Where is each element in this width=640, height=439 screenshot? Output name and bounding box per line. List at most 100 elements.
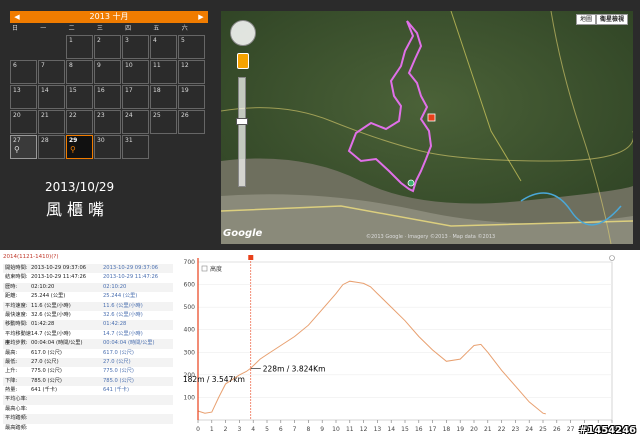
stat-value: [103, 414, 171, 423]
stat-value: 775.0 (公尺): [31, 368, 62, 375]
y-tick-label: 300: [184, 349, 196, 356]
stat-value: 641 (千卡): [31, 387, 57, 394]
x-tick-label: 10: [332, 426, 340, 433]
end-marker-icon: [407, 179, 415, 187]
stat-value: 14.7 (公里/小時): [31, 330, 71, 337]
calendar-day-22[interactable]: 22: [66, 110, 93, 134]
x-tick-label: 2: [224, 426, 228, 433]
calendar-day-number: 6: [13, 62, 17, 69]
calendar-day-28[interactable]: 28: [38, 135, 65, 159]
stat-label: 下降:: [5, 377, 18, 384]
stats-row: 上升: 775.0 (公尺) 775.0 (公尺): [3, 367, 173, 376]
prev-month-button[interactable]: ◀: [12, 11, 22, 23]
stat-value: 2013-10-29 09:37:06: [31, 265, 87, 271]
calendar-day-16[interactable]: 16: [94, 85, 121, 109]
x-tick-label: 14: [387, 426, 395, 433]
calendar-day-31[interactable]: 31: [122, 135, 149, 159]
calendar-day-number: 15: [69, 87, 77, 94]
google-logo: Google: [223, 228, 263, 239]
calendar-day-5[interactable]: 5: [178, 35, 205, 59]
next-month-button[interactable]: ▶: [196, 11, 206, 23]
x-tick-label: 15: [401, 426, 409, 433]
calendar-day-1[interactable]: 1: [66, 35, 93, 59]
stat-label: 平均踏頻:: [5, 415, 28, 422]
calendar-day-number: 10: [125, 62, 133, 69]
elevation-chart[interactable]: 100 200 300 400 500 600 700 0 1 2 3 4 5 6 7 8 9 10 11 12 13 1…: [180, 250, 640, 439]
calendar-day-26[interactable]: 26: [178, 110, 205, 134]
ride-calendar: ◀ 2013 十月 ▶ 日一二三四五六 1 2 3 4 5 6 7 8 9 10 11 12 13 14 1…: [10, 11, 208, 159]
stats-row: 開始時間: 2013-10-29 09:37:06 2013-10-29 09:37…: [3, 264, 173, 274]
calendar-day-8[interactable]: 8: [66, 60, 93, 84]
x-tick-label: 5: [265, 426, 269, 433]
calendar-day-3[interactable]: 3: [122, 35, 149, 59]
calendar-day-24[interactable]: 24: [122, 110, 149, 134]
calendar-day-number: 27: [13, 137, 21, 144]
pan-control-icon[interactable]: [230, 20, 256, 46]
calendar-day-25[interactable]: 25: [150, 110, 177, 134]
weekday-label: 六: [181, 25, 188, 32]
calendar-day-7[interactable]: 7: [38, 60, 65, 84]
stats-table: 開始時間: 2013-10-29 09:37:06 2013-10-29 09:37…: [3, 264, 173, 433]
bicycle-icon: ⚲: [14, 145, 20, 154]
stats-row: 平均移動速度: 14.7 (公里/小時) 14.7 (公里/小時): [3, 330, 173, 347]
satellite-view-button[interactable]: 衛星檢視: [596, 14, 629, 25]
stat-label: 最快速度:: [5, 311, 28, 318]
legend-swatch: [201, 265, 208, 272]
stat-value: 11.6 (公里/小時): [31, 302, 71, 309]
calendar-day-19[interactable]: 19: [178, 85, 205, 109]
stat-value: 775.0 (公尺): [103, 368, 134, 375]
stat-value: [103, 424, 171, 433]
x-tick-label: 25: [539, 426, 547, 433]
calendar-day-number: 1: [69, 37, 73, 44]
calendar-day-number: 11: [153, 62, 161, 69]
bicycle-icon: ⚲: [70, 145, 76, 154]
calendar-day-29[interactable]: 29 ⚲: [66, 135, 93, 159]
stat-value: 00:04:04 (時間/公里): [103, 340, 155, 347]
calendar-day-number: 7: [41, 62, 45, 69]
calendar-day-number: 19: [181, 87, 189, 94]
zoom-slider[interactable]: [236, 77, 248, 187]
weekday-label: 二: [68, 25, 75, 32]
stats-row: 平均踏頻:: [3, 414, 173, 424]
stat-value: 02:10:20: [103, 283, 127, 290]
calendar-day-21[interactable]: 21: [38, 110, 65, 134]
calendar-day-17[interactable]: 17: [122, 85, 149, 109]
map-view-button[interactable]: 地圖: [576, 14, 597, 25]
x-tick-label: 21: [484, 426, 492, 433]
calendar-day-13[interactable]: 13: [10, 85, 37, 109]
x-tick-label: 9: [320, 426, 324, 433]
zoom-slider-handle[interactable]: [236, 118, 248, 125]
calendar-day-6[interactable]: 6: [10, 60, 37, 84]
calendar-day-11[interactable]: 11: [150, 60, 177, 84]
calendar-day-23[interactable]: 23: [94, 110, 121, 134]
calendar-day-2[interactable]: 2: [94, 35, 121, 59]
calendar-day-15[interactable]: 15: [66, 85, 93, 109]
calendar-day-18[interactable]: 18: [150, 85, 177, 109]
calendar-day-14[interactable]: 14: [38, 85, 65, 109]
calendar-day-12[interactable]: 12: [178, 60, 205, 84]
stat-label: 熱量:: [5, 387, 18, 394]
calendar-day-30[interactable]: 30: [94, 135, 121, 159]
stat-label: 平均移動速度:: [5, 330, 31, 347]
calendar-day-number: 9: [97, 62, 101, 69]
legend-label: 高度: [210, 265, 222, 273]
stat-value: 2013-10-29 09:37:06: [103, 265, 159, 271]
stat-value: 32.6 (公里/小時): [31, 311, 71, 318]
calendar-day-4[interactable]: 4: [150, 35, 177, 59]
stats-row: 最快速度: 32.6 (公里/小時) 32.6 (公里/小時): [3, 311, 173, 320]
calendar-day-9[interactable]: 9: [94, 60, 121, 84]
stat-value: 27.0 (公尺): [31, 358, 59, 365]
weekday-label: 三: [96, 25, 103, 32]
start-flag-icon: [427, 113, 436, 122]
street-view-pegman-icon[interactable]: [237, 53, 249, 69]
calendar-day-10[interactable]: 10: [122, 60, 149, 84]
stat-value: [31, 395, 103, 404]
x-tick-label: 13: [374, 426, 382, 433]
calendar-day-20[interactable]: 20: [10, 110, 37, 134]
calendar-day-27[interactable]: 27 ⚲: [10, 135, 37, 159]
stat-value: [31, 405, 103, 414]
y-tick-label: 400: [184, 327, 196, 334]
stat-value: 2013-10-29 11:47:26: [103, 274, 159, 281]
route-map[interactable]: 地圖 衛星檢視 Google ©2013 Google · Imagery ©2…: [221, 11, 633, 244]
stats-row: 平均步數: 00:04:04 (時間/公里) 00:04:04 (時間/公里): [3, 339, 173, 349]
